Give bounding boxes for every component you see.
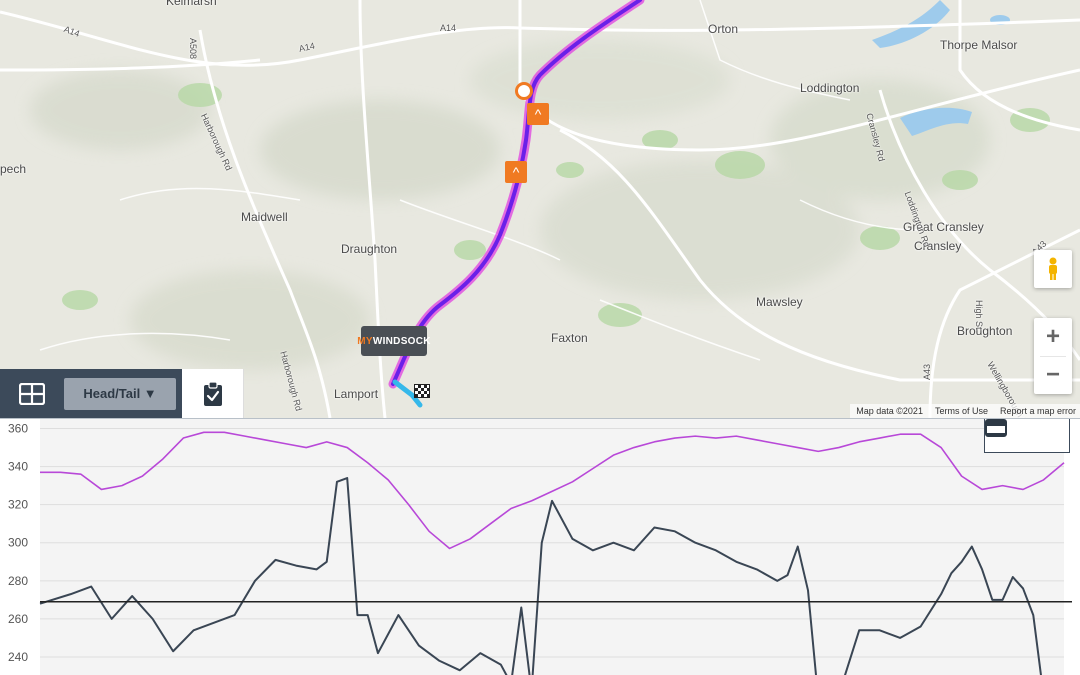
- place-label: pech: [0, 162, 27, 176]
- zoom-in-button[interactable]: +: [1034, 318, 1072, 356]
- road-label: A508: [188, 38, 198, 60]
- map-attribution: Map data ©2021 Terms of Use Report a map…: [850, 404, 1080, 418]
- place-label: Broughton: [957, 324, 1013, 338]
- route-start-marker[interactable]: [515, 82, 533, 100]
- chart-controls: [984, 419, 1070, 453]
- chart-canvas: 240 260 280 300 320 340 360: [8, 419, 1072, 675]
- road-label: A43: [922, 363, 932, 380]
- windsock-prefix: MY: [357, 335, 373, 347]
- y-tick-label: 300: [8, 536, 28, 550]
- y-tick-label: 280: [8, 574, 28, 588]
- windsock-text: WINDSOCK: [372, 335, 431, 347]
- elevation-power-chart[interactable]: 240 260 280 300 320 340 360: [0, 418, 1080, 675]
- zoom-divider: [1040, 356, 1066, 357]
- y-tick-label: 240: [8, 650, 28, 664]
- head-tail-dropdown[interactable]: Head/Tail ▼: [64, 377, 176, 410]
- place-label: Draughton: [341, 242, 398, 256]
- windsock-marker[interactable]: MY WINDSOCK: [357, 326, 430, 356]
- report-map-error-link[interactable]: Report a map error: [1000, 406, 1076, 416]
- place-label: Kelmarsh: [166, 0, 217, 8]
- place-label: Orton: [708, 22, 739, 36]
- map-data-label: Map data ©2021: [856, 406, 923, 416]
- clipboard-button[interactable]: [182, 369, 244, 418]
- place-label: Lamport: [334, 387, 379, 401]
- zoom-out-button[interactable]: −: [1034, 356, 1072, 394]
- place-label: Loddington: [800, 81, 860, 95]
- road-label: A14: [440, 23, 457, 33]
- place-label: Maidwell: [241, 210, 288, 224]
- place-label: Faxton: [551, 331, 588, 345]
- climb-marker-icon[interactable]: ^: [527, 103, 549, 125]
- y-tick-label: 360: [8, 422, 28, 436]
- y-tick-label: 340: [8, 460, 28, 474]
- minimize-panel-icon[interactable]: [985, 419, 1007, 437]
- map-toolbar: Head/Tail ▼: [0, 369, 244, 418]
- route-map[interactable]: ^ ^ MY WINDSOCK Kelmarsh Orton Thorpe Malso…: [0, 0, 1080, 418]
- road-label: High St: [974, 300, 984, 330]
- zoom-control: + −: [1034, 318, 1072, 394]
- grid-view-button[interactable]: [0, 369, 64, 418]
- terms-of-use-link[interactable]: Terms of Use: [935, 406, 988, 416]
- place-label: Thorpe Malsor: [940, 38, 1018, 52]
- finish-flag-icon: [414, 384, 430, 398]
- toolbar-dark-section: Head/Tail ▼: [0, 369, 182, 418]
- clipboard-check-icon: [203, 380, 222, 406]
- y-tick-label: 320: [8, 498, 28, 512]
- y-tick-label: 260: [8, 612, 28, 626]
- place-label: Mawsley: [756, 295, 803, 309]
- climb-marker-icon[interactable]: ^: [505, 161, 527, 183]
- plot-area: [40, 419, 1064, 675]
- grid-icon: [19, 382, 45, 405]
- pegman-icon: [1049, 257, 1057, 280]
- street-view-pegman[interactable]: [1034, 250, 1072, 288]
